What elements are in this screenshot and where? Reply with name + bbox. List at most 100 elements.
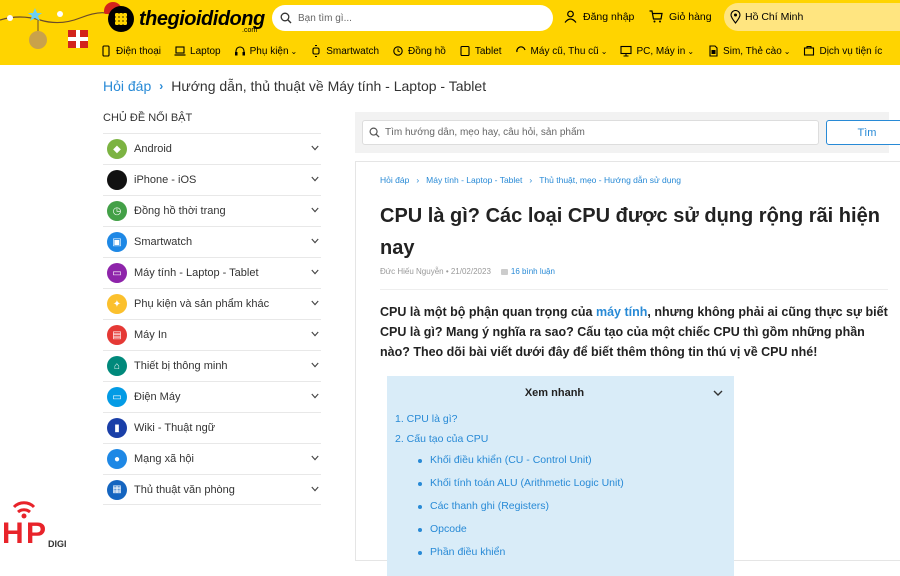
location-label: Hồ Chí Minh [745, 11, 804, 23]
location-selector[interactable]: Hồ Chí Minh [724, 3, 900, 31]
nav-item[interactable]: Máy cũ, Thu cũ ⌄ [515, 43, 607, 59]
article-comments-link[interactable]: 16 bình luận [501, 267, 555, 276]
sidebar-topic-item[interactable]: ⌂ Thiết bị thông minh [103, 350, 321, 381]
chevron-down-icon: ⌄ [290, 46, 298, 56]
sidebar-topic-label: Máy tính - Laptop - Tablet [134, 267, 259, 279]
meta-separator: • [443, 267, 451, 276]
toc-title[interactable]: Xem nhanh [387, 387, 722, 399]
chevron-down-icon[interactable] [311, 144, 319, 152]
chevron-down-icon[interactable] [311, 454, 319, 462]
chevron-down-icon[interactable] [311, 237, 319, 245]
headphone-icon [234, 46, 245, 56]
sidebar-topic-item[interactable]: ◷ Đồng hồ thời trang [103, 195, 321, 226]
nav-item[interactable]: Sim, Thẻ cào ⌄ [707, 43, 790, 59]
sidebar-topic-item[interactable]: iPhone - iOS [103, 164, 321, 195]
cart-button[interactable]: Giỏ hàng [649, 10, 712, 23]
nav-item[interactable]: Tablet [459, 43, 502, 59]
nav-item-label: Phụ kiện [249, 45, 289, 57]
toc-subitem[interactable]: Khối tính toán ALU (Arithmetic Logic Uni… [418, 472, 624, 495]
book-icon: ▮ [107, 418, 127, 438]
chevron-down-icon[interactable] [311, 206, 319, 214]
toc-item[interactable]: 2. Cấu tạo của CPU [395, 429, 624, 449]
watch-icon: ◷ [107, 201, 127, 221]
sidebar-topic-item[interactable]: ▤ Máy In [103, 319, 321, 350]
smart-device-icon: ⌂ [107, 356, 127, 376]
sidebar-topic-item[interactable]: ▭ Điện Máy [103, 381, 321, 412]
location-pin-icon [730, 10, 741, 24]
login-label: Đăng nhập [583, 10, 635, 23]
svg-text:H: H [2, 517, 24, 550]
sidebar-topic-item[interactable]: ▭ Máy tính - Laptop - Tablet [103, 257, 321, 288]
nav-item[interactable]: PC, Máy in ⌄ [620, 43, 694, 59]
toc-subitem[interactable]: Phần điều khiển [418, 541, 624, 564]
login-button[interactable]: Đăng nhập [564, 10, 634, 23]
sidebar-topic-label: Smartwatch [134, 236, 193, 248]
chevron-down-icon[interactable] [311, 485, 319, 493]
sidebar-topic-list: ◆ Android iPhone - iOS ◷ Đồng hồ thời trang ▣… [103, 133, 321, 505]
toc-subitem-label: Khối tính toán ALU (Arithmetic Logic Uni… [430, 477, 624, 489]
header-search[interactable] [272, 5, 553, 31]
article-author[interactable]: Đức Hiếu Nguyễn [380, 267, 444, 276]
chevron-down-icon[interactable] [311, 268, 319, 276]
printer-icon: ▤ [107, 325, 127, 345]
toc-subitem-label: Khối điều khiển (CU - Control Unit) [430, 454, 592, 466]
smartwatch-icon: ▣ [107, 232, 127, 252]
accessory-icon: ✦ [107, 294, 127, 314]
nav-item[interactable]: Phụ kiện ⌄ [234, 43, 298, 59]
search-icon [369, 127, 380, 138]
nav-item-label: Laptop [190, 45, 221, 57]
chevron-down-icon[interactable] [713, 390, 723, 397]
nav-item[interactable]: Dịch vụ tiện íc [803, 43, 882, 59]
chevron-down-icon[interactable] [311, 392, 319, 400]
chevron-down-icon[interactable] [311, 175, 319, 183]
pc-icon [620, 45, 632, 57]
social-icon: ● [107, 449, 127, 469]
article-breadcrumb-item[interactable]: Thủ thuật, mẹo - Hướng dẫn sử dụng [539, 175, 681, 185]
sidebar-topic-item[interactable]: ◆ Android [103, 133, 321, 164]
article-title: CPU là gì? Các loại CPU được sử dụng rộn… [380, 205, 880, 259]
apple-icon [107, 170, 127, 190]
office-icon: ▦ [107, 479, 127, 500]
content-search-box[interactable] [362, 120, 819, 145]
main-nav: Điện thoại Laptop Phụ kiện ⌄ Smartwatch Đồng … [100, 43, 895, 59]
toc-subitem-label: Opcode [430, 523, 467, 535]
sidebar-topic-item[interactable]: ✦ Phụ kiện và sản phẩm khác [103, 288, 321, 319]
toc-subitem[interactable]: Các thanh ghi (Registers) [418, 495, 624, 518]
sidebar-topic-label: Thiết bị thông minh [134, 360, 228, 372]
sidebar-topic-item[interactable]: ▦ Thủ thuật văn phòng [103, 474, 321, 505]
article-breadcrumb-item[interactable]: Máy tính - Laptop - Tablet [426, 175, 522, 185]
sidebar-topic-item[interactable]: ▮ Wiki - Thuật ngữ [103, 412, 321, 443]
nav-item-label: Tablet [474, 45, 502, 57]
sidebar-topic-item[interactable]: ▣ Smartwatch [103, 226, 321, 257]
nav-item-label: Đồng hồ [408, 45, 446, 57]
chevron-down-icon[interactable] [311, 330, 319, 338]
nav-item[interactable]: Điện thoại [100, 43, 161, 59]
recycle-icon [515, 46, 526, 53]
sidebar-topic-label: iPhone - iOS [134, 174, 197, 186]
sidebar-topic-label: Điện Máy [134, 391, 181, 403]
breadcrumb-chevron-icon: › [159, 79, 164, 93]
sidebar-title: Chủ đề nổi bật [103, 112, 193, 124]
appliance-icon: ▭ [107, 387, 127, 407]
toc-item[interactable]: 1. CPU là gì? [395, 409, 624, 429]
content-search-button[interactable]: Tìm [826, 120, 900, 145]
chevron-down-icon[interactable] [311, 299, 319, 307]
nav-item[interactable]: Đồng hồ [392, 43, 446, 59]
toc-subitem[interactable]: Opcode [418, 518, 624, 541]
article-lead-text: CPU là một bộ phận quan trọng của [380, 305, 596, 319]
nav-item[interactable]: Laptop [174, 43, 221, 59]
sidebar-topic-label: Mạng xã hội [134, 453, 194, 465]
nav-item[interactable]: Smartwatch [310, 43, 379, 59]
breadcrumb-root[interactable]: Hỏi đáp [103, 78, 151, 94]
header-search-input[interactable] [298, 12, 538, 24]
sidebar-topic-item[interactable]: ● Mạng xã hội [103, 443, 321, 474]
svg-text:P: P [26, 517, 46, 550]
laptop-icon [174, 46, 186, 56]
content-search-input[interactable] [385, 127, 805, 138]
nav-item-label: Dịch vụ tiện íc [819, 45, 883, 57]
article-lead-link[interactable]: máy tính [596, 305, 647, 319]
chevron-down-icon[interactable] [311, 361, 319, 369]
toc-subitem[interactable]: Khối điều khiển (CU - Control Unit) [418, 449, 624, 472]
toc-subitem-label: Các thanh ghi (Registers) [430, 500, 550, 512]
article-breadcrumb-item[interactable]: Hỏi đáp [380, 175, 409, 185]
